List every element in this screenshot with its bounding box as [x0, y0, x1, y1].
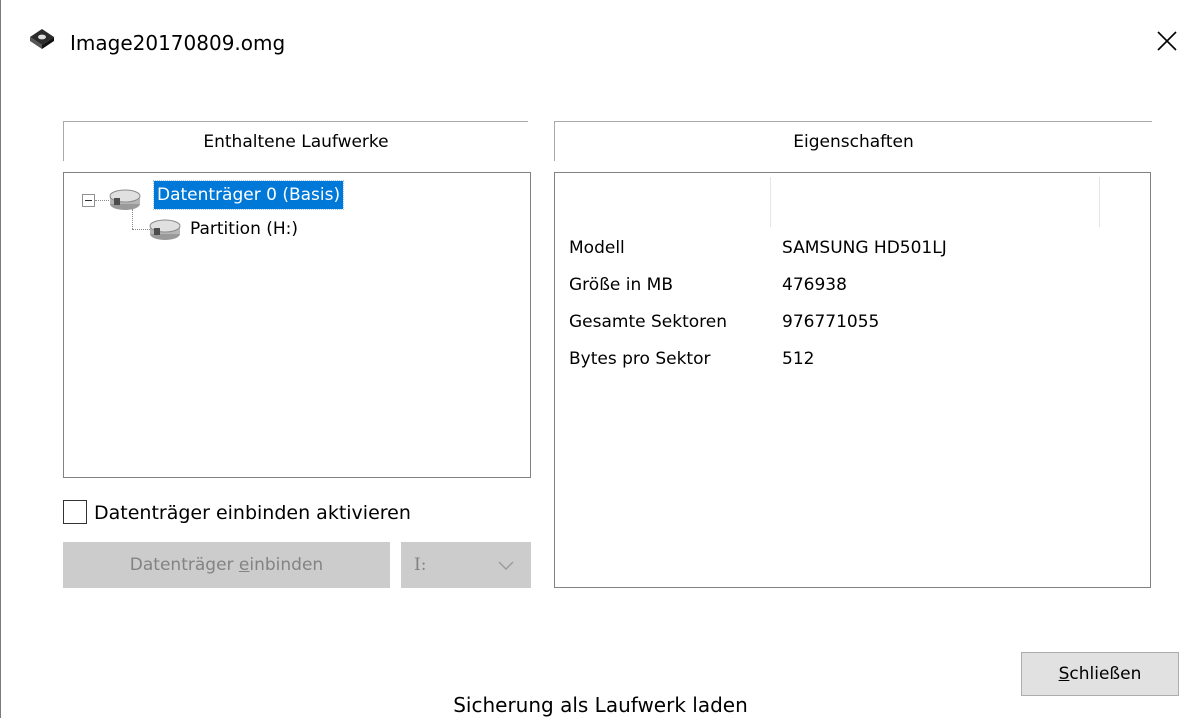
collapse-icon[interactable] — [82, 194, 95, 207]
tree-connector — [132, 209, 133, 229]
mount-disk-button-label: Datenträger — [129, 555, 239, 575]
prop-key-size: Größe in MB — [569, 275, 673, 295]
hard-disk-icon — [149, 219, 181, 240]
mount-disk-button-label-rest: inbinden — [249, 555, 324, 575]
mount-enable-label[interactable]: Datenträger einbinden aktivieren — [94, 500, 411, 526]
prop-value-model: SAMSUNG HD501LJ — [782, 238, 947, 258]
column-divider — [770, 177, 771, 227]
title-bar: Image20170809.omg — [1, 0, 1199, 88]
drive-letter-value: I: — [414, 555, 427, 575]
properties-panel — [554, 172, 1151, 588]
hard-disk-icon — [109, 189, 141, 210]
section-header-drives: Enthaltene Laufwerke — [63, 121, 528, 161]
disk-image-icon — [30, 29, 54, 49]
tree-item-disk-0[interactable]: Datenträger 0 (Basis) — [152, 180, 345, 210]
drives-tree-panel[interactable]: Datenträger 0 (Basis) Partition (H:) — [63, 172, 531, 478]
dialog-window: Image20170809.omg Enthaltene Laufwerke D… — [0, 0, 1199, 718]
mount-disk-button[interactable]: Datenträger einbinden — [63, 542, 390, 588]
prop-value-bytes-per-sector: 512 — [782, 349, 815, 369]
close-button[interactable]: Schließen — [1021, 652, 1179, 696]
prop-value-sectors: 976771055 — [782, 312, 880, 332]
mount-disk-button-mnemonic: e — [238, 555, 250, 575]
window-title: Image20170809.omg — [70, 31, 286, 55]
tree-item-partition-h[interactable]: Partition (H:) — [187, 215, 301, 243]
drive-letter-select[interactable]: I: — [401, 542, 531, 588]
chevron-down-icon — [498, 561, 514, 570]
close-icon[interactable] — [1154, 28, 1180, 54]
prop-key-bytes-per-sector: Bytes pro Sektor — [569, 349, 711, 369]
section-header-properties: Eigenschaften — [554, 121, 1152, 161]
close-button-label: chließen — [1069, 664, 1142, 684]
caption: Sicherung als Laufwerk laden — [453, 693, 748, 717]
column-divider — [1099, 177, 1100, 227]
close-button-mnemonic: S — [1058, 664, 1070, 684]
prop-value-size: 476938 — [782, 275, 847, 295]
mount-enable-checkbox[interactable] — [63, 500, 87, 524]
tree-connector — [95, 200, 109, 201]
prop-key-model: Modell — [569, 238, 625, 258]
prop-key-sectors: Gesamte Sektoren — [569, 312, 728, 332]
